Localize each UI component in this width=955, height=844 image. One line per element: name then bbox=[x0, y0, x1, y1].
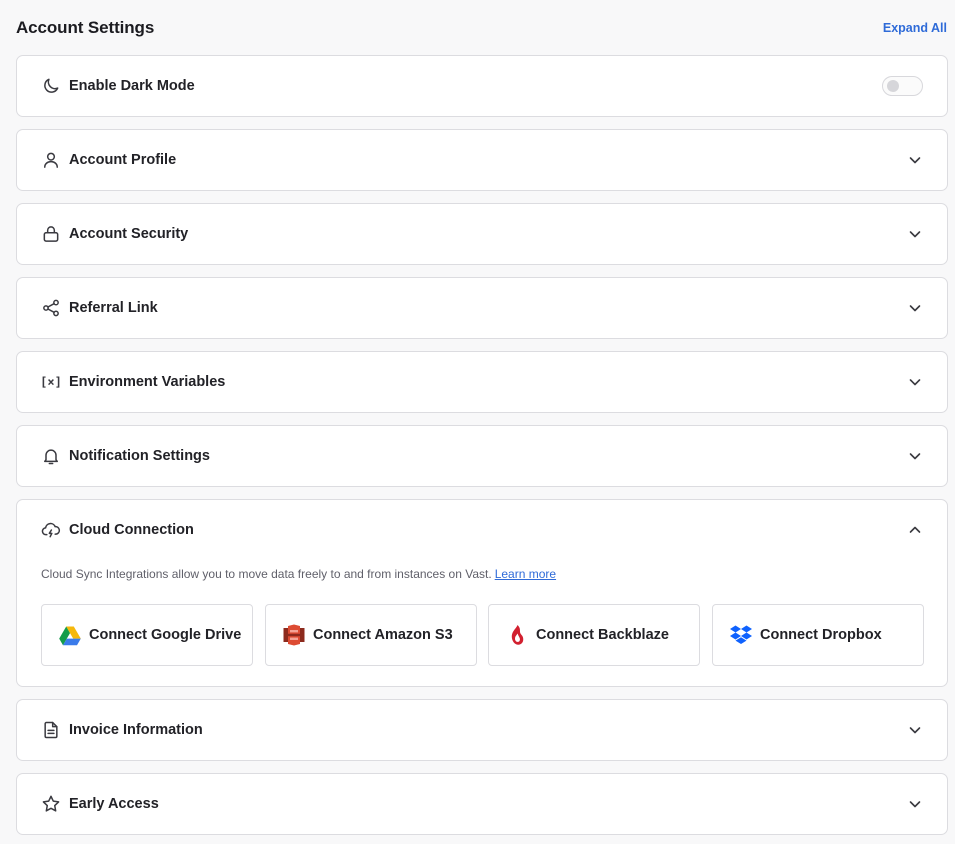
lock-icon bbox=[41, 224, 61, 244]
referral-link-card: Referral Link bbox=[16, 277, 948, 339]
referral-link-label: Referral Link bbox=[69, 300, 158, 316]
connect-dropbox-button[interactable]: Connect Dropbox bbox=[712, 604, 924, 666]
environment-variables-header[interactable]: [×] Environment Variables bbox=[17, 352, 947, 412]
invoice-information-card: Invoice Information bbox=[16, 699, 948, 761]
star-icon bbox=[41, 794, 61, 814]
expand-all-button[interactable]: Expand All bbox=[883, 21, 947, 35]
user-icon bbox=[41, 150, 61, 170]
connect-dropbox-label: Connect Dropbox bbox=[760, 627, 882, 643]
variable-icon: [×] bbox=[40, 372, 62, 392]
account-security-card: Account Security bbox=[16, 203, 948, 265]
notification-settings-card: Notification Settings bbox=[16, 425, 948, 487]
learn-more-link[interactable]: Learn more bbox=[495, 567, 556, 581]
page-header: Account Settings Expand All bbox=[16, 16, 947, 40]
google-drive-icon bbox=[58, 623, 82, 647]
chevron-down-icon bbox=[907, 722, 923, 738]
chevron-down-icon bbox=[907, 226, 923, 242]
referral-link-header[interactable]: Referral Link bbox=[17, 278, 947, 338]
amazon-s3-icon bbox=[282, 623, 306, 647]
account-profile-label: Account Profile bbox=[69, 152, 177, 168]
chevron-down-icon bbox=[907, 796, 923, 812]
early-access-label: Early Access bbox=[69, 796, 159, 812]
cloud-connection-card: Cloud Connection Cloud Sync Integrations… bbox=[16, 499, 948, 687]
connect-backblaze-button[interactable]: Connect Backblaze bbox=[488, 604, 700, 666]
invoice-information-header[interactable]: Invoice Information bbox=[17, 700, 947, 760]
notification-settings-header[interactable]: Notification Settings bbox=[17, 426, 947, 486]
dark-mode-card: Enable Dark Mode bbox=[16, 55, 948, 117]
account-profile-card: Account Profile bbox=[16, 129, 948, 191]
chevron-down-icon bbox=[907, 448, 923, 464]
dark-mode-row: Enable Dark Mode bbox=[17, 56, 947, 116]
environment-variables-card: [×] Environment Variables bbox=[16, 351, 948, 413]
document-icon bbox=[41, 720, 61, 740]
chevron-down-icon bbox=[907, 300, 923, 316]
connect-google-drive-label: Connect Google Drive bbox=[89, 627, 242, 643]
page-title: Account Settings bbox=[16, 18, 155, 37]
connect-amazon-s3-button[interactable]: Connect Amazon S3 bbox=[265, 604, 477, 666]
chevron-down-icon bbox=[907, 152, 923, 168]
dark-mode-toggle[interactable] bbox=[882, 76, 923, 96]
cloud-connection-header[interactable]: Cloud Connection bbox=[17, 500, 947, 560]
notification-settings-label: Notification Settings bbox=[69, 448, 210, 464]
environment-variables-label: Environment Variables bbox=[69, 374, 226, 390]
invoice-information-label: Invoice Information bbox=[69, 722, 203, 738]
toggle-knob bbox=[887, 80, 899, 92]
dropbox-icon bbox=[729, 623, 753, 647]
cloud-connection-label: Cloud Connection bbox=[69, 522, 194, 538]
early-access-card: Early Access bbox=[16, 773, 948, 835]
moon-icon bbox=[41, 76, 61, 96]
connect-backblaze-label: Connect Backblaze bbox=[536, 627, 669, 643]
account-security-header[interactable]: Account Security bbox=[17, 204, 947, 264]
cloud-description: Cloud Sync Integrations allow you to mov… bbox=[41, 567, 556, 581]
account-settings-page: Account Settings Expand All Enable Dark … bbox=[0, 0, 955, 844]
connect-google-drive-button[interactable]: Connect Google Drive bbox=[41, 604, 253, 666]
early-access-header[interactable]: Early Access bbox=[17, 774, 947, 834]
share-icon bbox=[41, 298, 61, 318]
cloud-lightning-icon bbox=[41, 520, 61, 540]
chevron-up-icon bbox=[907, 522, 923, 538]
connect-amazon-s3-label: Connect Amazon S3 bbox=[313, 627, 453, 643]
backblaze-icon bbox=[505, 623, 529, 647]
account-security-label: Account Security bbox=[69, 226, 189, 242]
dark-mode-label: Enable Dark Mode bbox=[69, 78, 195, 94]
chevron-down-icon bbox=[907, 374, 923, 390]
variable-icon-text: [×] bbox=[40, 375, 62, 389]
account-profile-header[interactable]: Account Profile bbox=[17, 130, 947, 190]
bell-icon bbox=[41, 446, 61, 466]
cloud-description-text: Cloud Sync Integrations allow you to mov… bbox=[41, 567, 492, 581]
